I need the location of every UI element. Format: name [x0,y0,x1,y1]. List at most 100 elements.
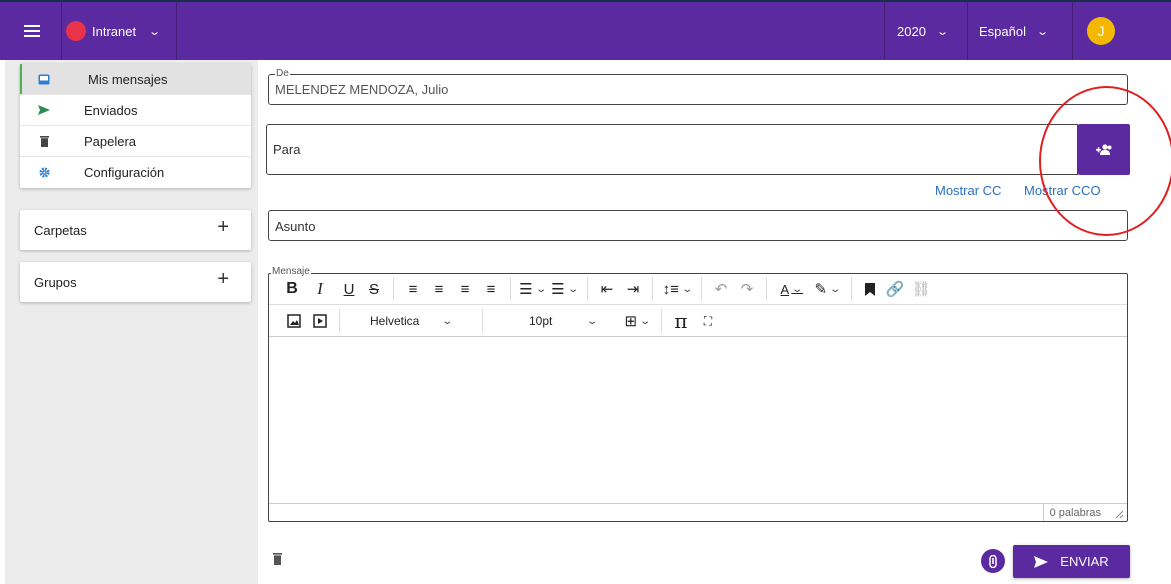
italic-icon[interactable]: I [303,277,337,301]
toolbar-divider [766,277,767,301]
divider [61,2,62,60]
font-size-value: 10pt [529,314,553,328]
fullscreen-icon[interactable]: ⛶ [694,309,722,333]
highlight-color-icon[interactable]: ✎ ⌄ [809,277,845,301]
chevron-down-icon: ⌄ [1036,25,1050,38]
groups-panel[interactable]: Grupos + [20,262,251,302]
mailbox-menu: Mis mensajes Enviados Papelera Configura… [20,64,251,188]
send-icon [34,105,54,115]
editor-statusbar: 0 palabras [269,503,1127,521]
year-value: 2020 [897,23,926,39]
add-group-icon[interactable]: + [217,268,229,291]
toolbar-divider [652,277,653,301]
bookmark-icon[interactable] [858,277,882,301]
divider [884,2,885,60]
hamburger-menu-button[interactable] [20,2,44,60]
align-center-icon[interactable]: ≡ [426,277,452,301]
language-selector[interactable]: Español ⌄ [979,2,1050,60]
align-right-icon[interactable]: ≡ [452,277,478,301]
chevron-down-icon: ⌄ [148,25,162,38]
to-field[interactable]: Para [266,124,1078,175]
underline-icon[interactable]: U [337,277,361,301]
strikethrough-icon[interactable]: S [361,277,387,301]
resize-handle-icon[interactable] [1114,509,1124,519]
send-icon [1034,555,1049,568]
user-menu[interactable]: J [1087,2,1115,60]
divider [1072,2,1073,60]
undo-icon[interactable]: ↶ [708,277,734,301]
indent-icon[interactable]: ⇥ [620,277,646,301]
math-pi-icon[interactable]: π [668,309,694,333]
to-placeholder: Para [273,142,301,157]
subject-placeholder: Asunto [275,219,316,234]
text-color-icon[interactable]: A ⌄ [773,277,809,301]
message-editor[interactable]: Mensaje B I U S ≡ ≡ ≡ ≡ ☰ ⌄ ☰ ⌄ ⇤ ⇥ ↕≡ ⌄ ↶ … [268,266,1128,522]
top-app-bar: Intranet ⌄ 2020 ⌄ Español ⌄ J [0,0,1171,60]
subject-field[interactable]: Asunto [268,210,1128,241]
toolbar-divider [393,277,394,301]
numbered-list-icon[interactable]: ☰ ⌄ [547,277,581,301]
unlink-icon[interactable]: ⛓ [908,277,934,301]
sidebar-item-settings[interactable]: Configuración [20,157,251,188]
editor-toolbar-row-1: B I U S ≡ ≡ ≡ ≡ ☰ ⌄ ☰ ⌄ ⇤ ⇥ ↕≡ ⌄ ↶ ↷ A ⌄ ✎ ⌄ … [269,274,1127,305]
inbox-icon [34,74,54,85]
attach-button[interactable] [981,549,1005,573]
word-count: 0 palabras [1042,504,1107,521]
toolbar-divider [701,277,702,301]
editor-toolbar-row-2: Helvetica ⌄ 10pt ⌄ ⊞ ⌄ π ⛶ [269,306,1127,337]
sidebar-item-label: Mis mensajes [88,71,168,87]
insert-image-icon[interactable] [281,309,307,333]
divider [176,2,177,60]
sidebar-item-label: Enviados [84,102,138,118]
show-cco-link[interactable]: Mostrar CCO [1024,183,1101,198]
sidebar-item-trash[interactable]: Papelera [20,126,251,157]
folders-label: Carpetas [34,222,87,238]
hamburger-icon [24,25,40,37]
table-icon[interactable]: ⊞ ⌄ [619,309,655,333]
org-label: Intranet [92,23,137,39]
toolbar-divider [851,277,852,301]
toolbar-divider [661,309,662,333]
show-cc-link[interactable]: Mostrar CC [935,183,1001,198]
send-button[interactable]: ENVIAR [1013,545,1130,578]
add-folder-icon[interactable]: + [217,216,229,239]
toolbar-divider [482,309,483,333]
redo-icon[interactable]: ↷ [734,277,760,301]
bold-icon[interactable]: B [281,277,303,301]
toolbar-divider [339,309,340,333]
chevron-down-icon: ⌄ [936,25,949,38]
line-height-icon[interactable]: ↕≡ ⌄ [659,277,695,301]
trash-icon [273,553,282,565]
add-contact-icon [1096,143,1112,155]
bullet-list-icon[interactable]: ☰ ⌄ [517,277,547,301]
font-size-select[interactable]: 10pt ⌄ [489,309,619,333]
from-field[interactable]: De MELENDEZ MENDOZA, Julio [268,68,1128,105]
folders-panel[interactable]: Carpetas + [20,210,251,250]
send-label: ENVIAR [1060,554,1109,569]
divider [967,2,968,60]
align-left-icon[interactable]: ≡ [400,277,426,301]
from-legend: De [275,68,290,80]
sidebar-item-label: Papelera [84,133,137,149]
year-selector[interactable]: 2020 ⌄ [897,2,949,60]
add-recipient-button[interactable] [1078,124,1130,175]
sidebar-item-inbox[interactable]: Mis mensajes [20,64,251,95]
insert-media-icon[interactable] [307,309,333,333]
sidebar-item-sent[interactable]: Enviados [20,95,251,126]
avatar[interactable]: J [1087,17,1115,45]
toolbar-divider [587,277,588,301]
discard-button[interactable] [273,553,282,568]
org-selector[interactable]: Intranet ⌄ [66,2,162,60]
align-justify-icon[interactable]: ≡ [478,277,504,301]
font-family-select[interactable]: Helvetica ⌄ [346,309,476,333]
gear-icon [34,167,54,178]
paperclip-icon [989,554,997,568]
org-logo-icon [66,21,86,41]
trash-icon [34,135,54,147]
sidebar: Mis mensajes Enviados Papelera Configura… [5,60,258,584]
toolbar-divider [510,277,511,301]
outdent-icon[interactable]: ⇤ [594,277,620,301]
link-icon[interactable]: 🔗 [882,277,908,301]
groups-label: Grupos [34,274,77,290]
font-family-value: Helvetica [370,314,420,328]
